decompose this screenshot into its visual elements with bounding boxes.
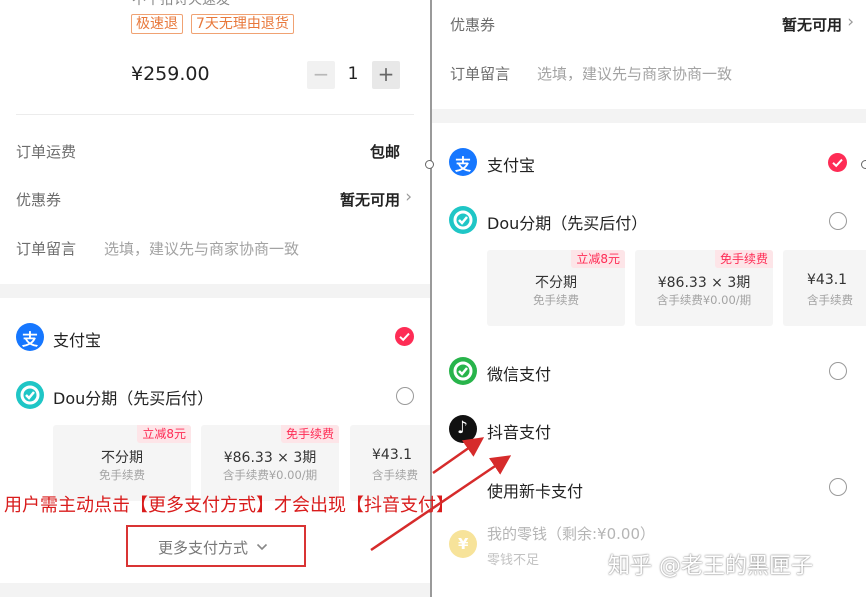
watermark: 知乎 @老王的黑匣子 xyxy=(608,554,813,579)
annotation-arrows xyxy=(370,437,512,552)
